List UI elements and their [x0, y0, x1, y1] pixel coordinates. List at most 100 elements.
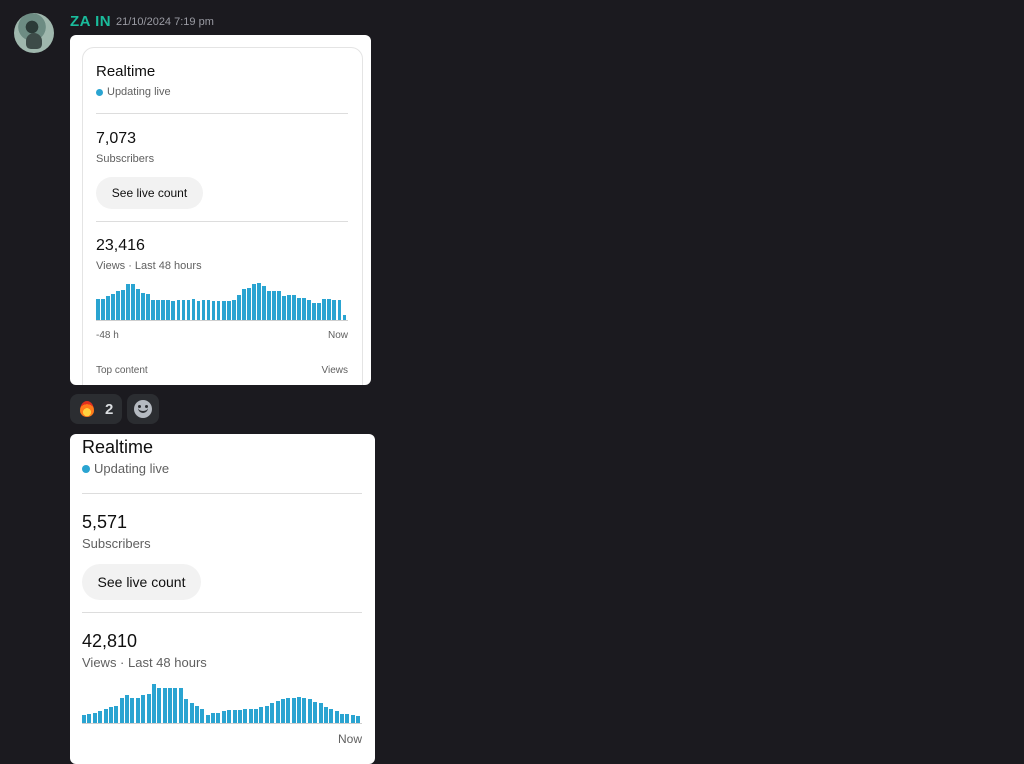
fire-emoji-icon: [78, 400, 96, 418]
views-bar: [251, 283, 256, 320]
chart-axis: [82, 723, 362, 724]
views-bar: [312, 302, 317, 320]
views-bar: [146, 694, 151, 723]
views-bar: [340, 713, 345, 723]
see-live-count-button[interactable]: See live count: [96, 177, 203, 209]
subscribers-label: Subscribers: [82, 536, 151, 551]
views-bar: [98, 711, 103, 723]
views-bar: [141, 292, 146, 320]
subscribers-label: Subscribers: [96, 153, 155, 165]
views-bar: [243, 708, 248, 723]
screenshot-attachment-2[interactable]: Realtime Updating live 5,571 Subscribers…: [70, 434, 375, 764]
views-bar: [227, 709, 232, 723]
views-bar: [189, 703, 194, 723]
views-bar: [236, 295, 241, 320]
axis-start-label: -48 h: [96, 330, 119, 341]
views-bar: [275, 700, 280, 723]
views-bar: [286, 698, 291, 723]
views-bar: [161, 300, 166, 320]
views-bar: [101, 298, 105, 320]
views-bar: [82, 715, 87, 723]
views-bar: [206, 300, 211, 320]
views-bar: [307, 699, 312, 723]
views-bar: [119, 698, 124, 723]
views-bar: [313, 702, 318, 723]
views-bar: [291, 698, 296, 723]
views-bar: [277, 291, 281, 320]
views-bar: [334, 711, 339, 723]
views-bar: [92, 712, 97, 723]
views-bar: [322, 298, 327, 320]
views-bar: [216, 712, 221, 723]
smiley-icon: [134, 400, 152, 418]
views-bar: [201, 300, 206, 320]
views-bar: [272, 291, 276, 320]
views-bar: [96, 298, 100, 320]
views-bar: [131, 283, 135, 320]
views-bar: [350, 715, 355, 723]
add-reaction-button[interactable]: [127, 394, 159, 424]
views-bar: [156, 300, 161, 320]
views-bar: [237, 709, 242, 723]
views-bar: [282, 296, 286, 320]
views-bar: [125, 695, 130, 723]
views-bar: [111, 293, 115, 320]
top-content-label: Top content: [96, 365, 148, 376]
views-bar: [126, 283, 130, 320]
views-bar: [168, 687, 173, 723]
views-bar: [200, 708, 205, 723]
views-count: 23,416: [96, 237, 145, 254]
views-bar: [345, 713, 350, 723]
views-column-label: Views: [321, 365, 349, 376]
subscribers-count: 7,073: [96, 130, 137, 147]
axis-end-label: Now: [327, 330, 348, 341]
views-bar: [231, 300, 236, 320]
views-bar: [259, 707, 264, 723]
views-bar: [191, 298, 196, 320]
views-bar: [248, 708, 253, 723]
views-label: Views · Last 48 hours: [96, 260, 202, 272]
views-bar-chart: [96, 280, 348, 320]
views-bar: [186, 300, 191, 320]
views-bar: [205, 715, 210, 723]
views-bar: [173, 687, 178, 723]
screenshot-attachment-1[interactable]: Realtime Updating live 7,073 Subscribers…: [70, 35, 371, 385]
views-bar: [257, 282, 261, 320]
views-bar: [194, 705, 199, 723]
views-label: Views · Last 48 hours: [82, 655, 207, 670]
fire-reaction[interactable]: 2: [70, 394, 122, 424]
views-bar: [87, 713, 92, 723]
views-bar: [216, 301, 221, 320]
author-name[interactable]: ZA IN: [70, 13, 111, 30]
views-bar: [318, 703, 323, 723]
views-bar: [329, 708, 334, 723]
views-bar: [332, 300, 337, 320]
views-bar: [130, 698, 135, 723]
avatar[interactable]: [14, 13, 54, 53]
chart-axis: [96, 320, 348, 321]
views-bar: [151, 683, 156, 723]
views-bar: [166, 300, 171, 320]
views-bar: [146, 293, 151, 320]
views-bar: [176, 300, 181, 320]
views-bar: [267, 291, 271, 320]
views-bar: [232, 709, 237, 723]
views-bar: [280, 699, 285, 723]
views-bar: [241, 288, 246, 320]
views-bar: [114, 705, 119, 723]
see-live-count-button[interactable]: See live count: [82, 564, 201, 600]
views-bar: [162, 687, 167, 723]
views-bar: [181, 300, 186, 320]
realtime-card: Realtime Updating live 7,073 Subscribers…: [82, 47, 363, 385]
views-bar: [327, 298, 332, 320]
views-bar: [135, 698, 140, 723]
subscribers-count: 5,571: [82, 512, 128, 532]
views-bar: [302, 698, 307, 723]
views-bar: [121, 290, 125, 320]
views-bar: [292, 295, 296, 320]
live-dot-icon: [82, 464, 90, 473]
views-bar: [254, 708, 259, 723]
views-bar: [221, 711, 226, 723]
views-bar: [226, 301, 231, 320]
views-bar: [297, 297, 301, 320]
